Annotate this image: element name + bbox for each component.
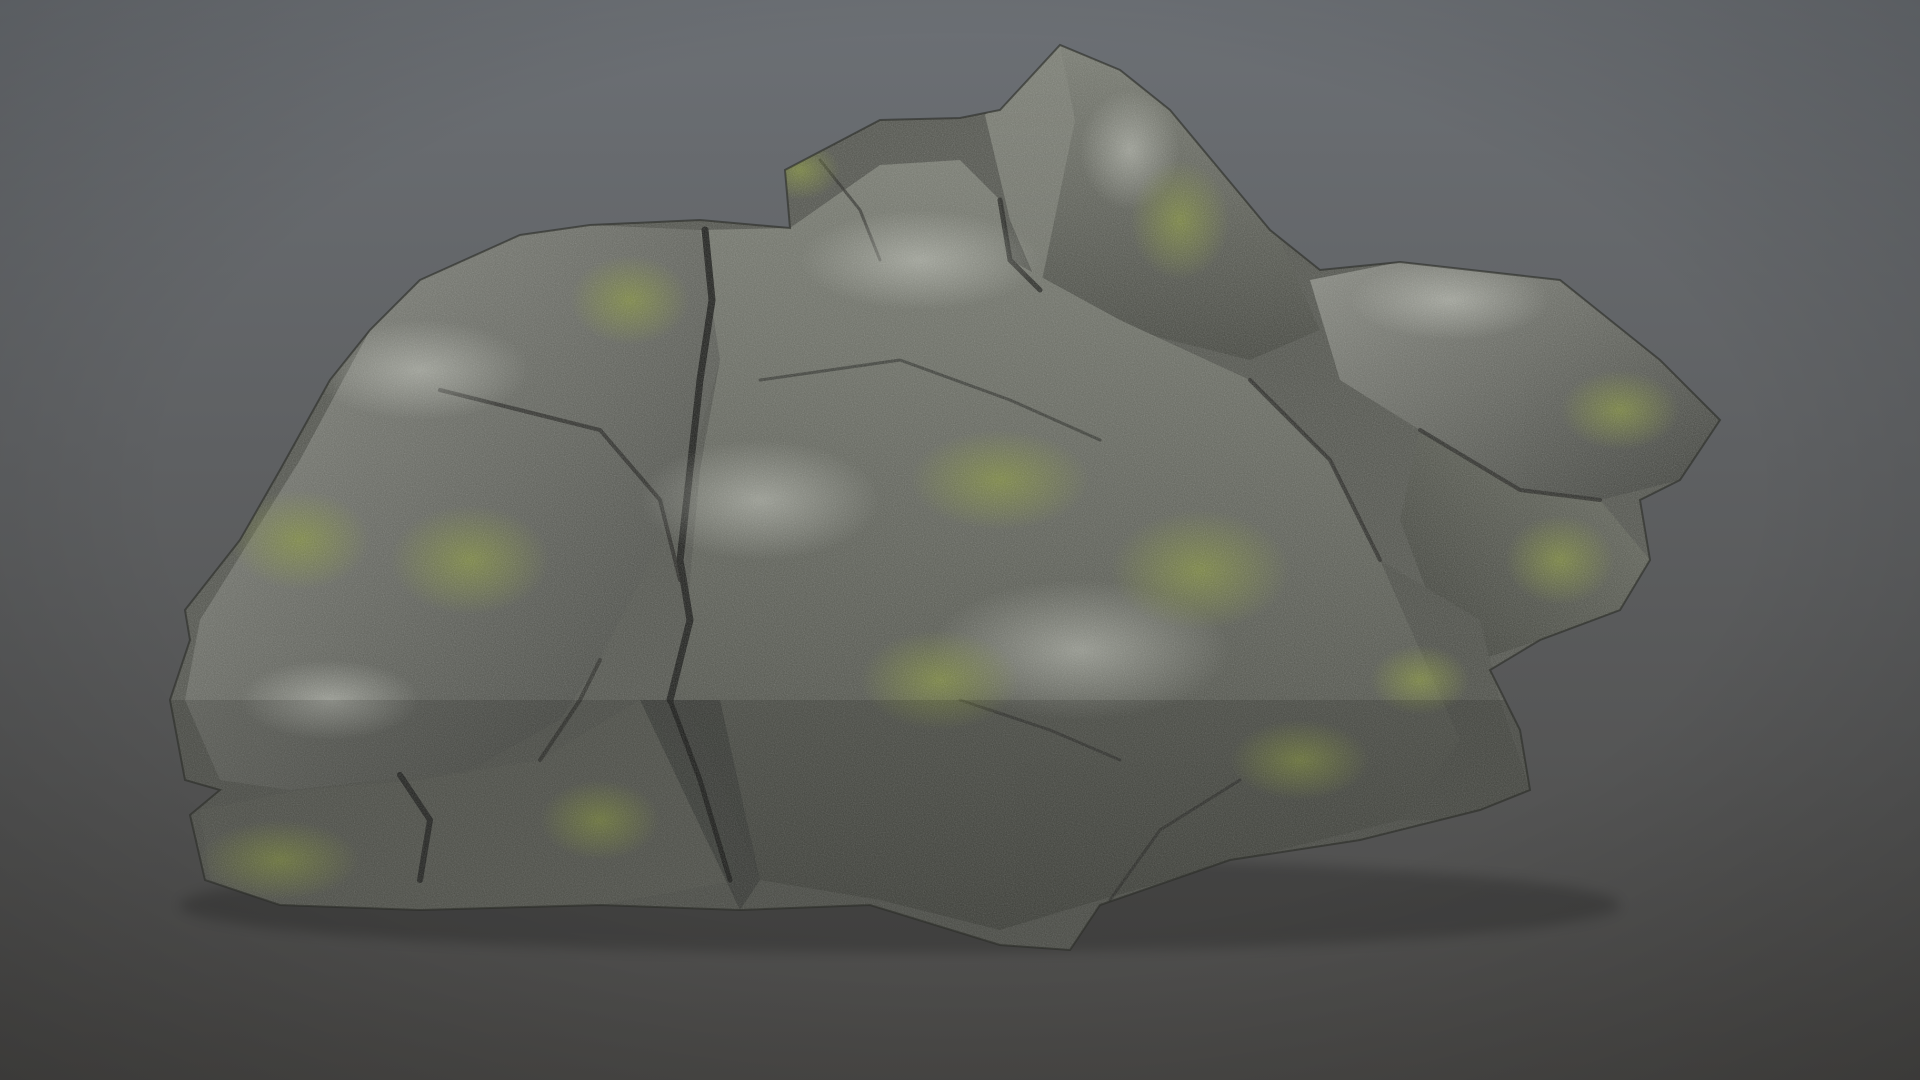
render-viewport (0, 0, 1920, 1080)
rock-render (0, 0, 1920, 1080)
